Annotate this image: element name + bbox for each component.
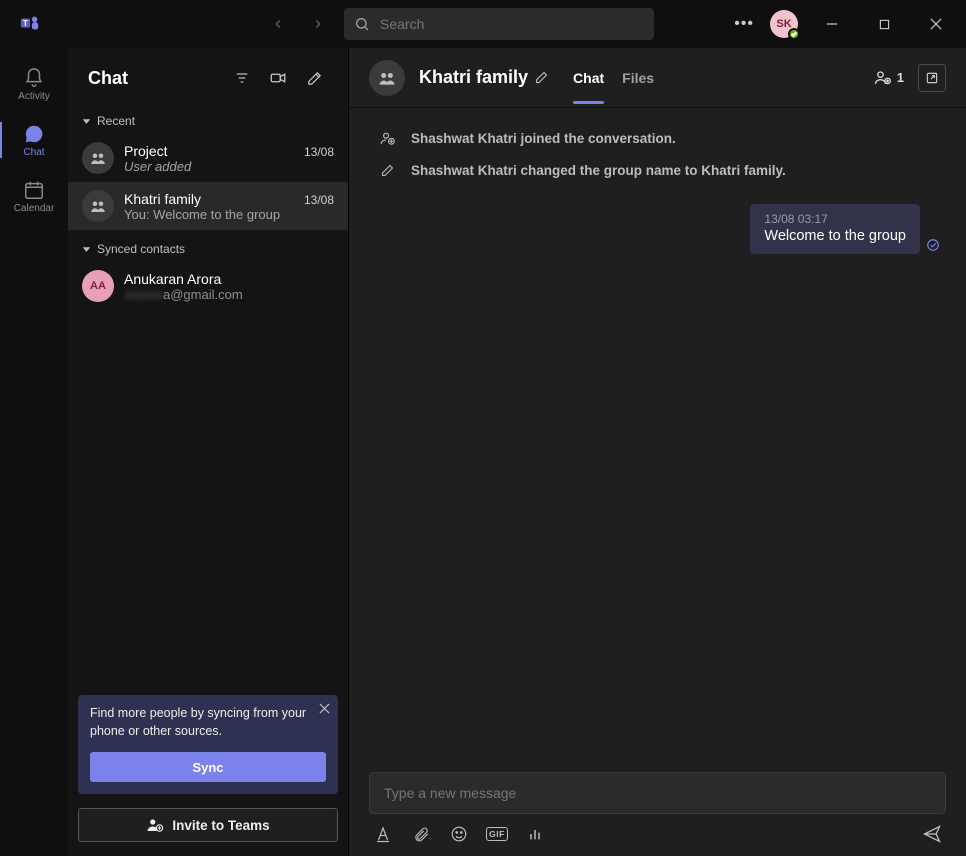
chat-list-title: Chat xyxy=(88,68,220,89)
rail-calendar[interactable]: Calendar xyxy=(0,168,68,224)
system-message: Shashwat Khatri joined the conversation. xyxy=(411,131,676,146)
conversation-date: 13/08 xyxy=(304,145,334,159)
meet-now-button[interactable] xyxy=(264,64,292,92)
sync-card: Find more people by syncing from your ph… xyxy=(78,695,338,794)
message-timestamp: 13/08 03:17 xyxy=(764,212,906,226)
pencil-icon xyxy=(534,70,549,85)
nav-forward-button[interactable] xyxy=(304,10,332,38)
filter-button[interactable] xyxy=(228,64,256,92)
contact-email: xxxxxxa@gmail.com xyxy=(124,287,334,302)
chevron-down-icon xyxy=(82,117,91,126)
conversation-title: Khatri family xyxy=(419,67,528,88)
people-add-icon xyxy=(146,816,164,834)
bell-icon xyxy=(23,67,45,89)
presence-available-icon xyxy=(788,28,800,40)
section-recent[interactable]: Recent xyxy=(68,108,348,134)
sync-close-button[interactable] xyxy=(319,703,330,714)
invite-label: Invite to Teams xyxy=(172,818,269,833)
send-button[interactable] xyxy=(922,824,942,844)
attach-button[interactable] xyxy=(411,824,431,844)
gif-button[interactable]: GIF xyxy=(487,824,507,844)
teams-logo-icon: T xyxy=(16,10,44,38)
poll-button[interactable] xyxy=(525,824,545,844)
conversation-preview: User added xyxy=(124,159,334,174)
conversation-name: Project xyxy=(124,143,168,159)
conversation-item[interactable]: Khatri family 13/08 You: Welcome to the … xyxy=(68,182,348,230)
emoji-button[interactable] xyxy=(449,824,469,844)
conversation-panel: Khatri family Chat Files 1 xyxy=(348,48,966,856)
pencil-icon xyxy=(377,160,397,180)
person-add-icon xyxy=(377,128,397,148)
invite-button[interactable]: Invite to Teams xyxy=(78,808,338,842)
chevron-down-icon xyxy=(82,245,91,254)
tab-files[interactable]: Files xyxy=(622,52,654,104)
more-options-button[interactable]: ••• xyxy=(726,15,762,33)
nav-back-button[interactable] xyxy=(264,10,292,38)
send-icon xyxy=(922,824,942,844)
format-button[interactable] xyxy=(373,824,393,844)
popout-icon xyxy=(925,71,939,85)
rail-label: Calendar xyxy=(14,203,55,214)
conversation-date: 13/08 xyxy=(304,193,334,207)
conversation-name: Khatri family xyxy=(124,191,201,207)
paperclip-icon xyxy=(413,826,430,843)
close-icon xyxy=(319,703,330,714)
rail-chat[interactable]: Chat xyxy=(0,112,68,168)
calendar-icon xyxy=(23,179,45,201)
title-bar: T ••• SK xyxy=(0,0,966,48)
emoji-icon xyxy=(450,825,468,843)
window-close-button[interactable] xyxy=(914,2,958,46)
gif-icon: GIF xyxy=(486,827,508,841)
message-composer: GIF xyxy=(349,758,966,856)
tab-chat[interactable]: Chat xyxy=(573,52,604,104)
section-label: Synced contacts xyxy=(97,242,185,256)
avatar-initials: SK xyxy=(776,18,791,30)
contact-item[interactable]: AA Anukaran Arora xxxxxxa@gmail.com xyxy=(68,262,348,310)
contact-avatar: AA xyxy=(82,270,114,302)
popout-button[interactable] xyxy=(918,64,946,92)
search-bar[interactable] xyxy=(344,8,654,40)
svg-text:T: T xyxy=(23,19,28,28)
participant-count: 1 xyxy=(897,70,904,85)
window-maximize-button[interactable] xyxy=(862,2,906,46)
conversation-preview: You: Welcome to the group xyxy=(124,207,334,222)
compose-input[interactable] xyxy=(384,785,931,801)
avatar-initials: AA xyxy=(90,280,106,292)
new-chat-button[interactable] xyxy=(300,64,328,92)
chat-list-panel: Chat Recent Project 13/08 xyxy=(68,48,348,856)
people-add-icon xyxy=(873,68,893,88)
window-minimize-button[interactable] xyxy=(810,2,854,46)
compose-icon xyxy=(306,70,323,87)
message-list: Shashwat Khatri joined the conversation.… xyxy=(349,108,966,758)
section-label: Recent xyxy=(97,114,135,128)
section-synced[interactable]: Synced contacts xyxy=(68,236,348,262)
group-avatar-icon xyxy=(82,190,114,222)
video-icon xyxy=(269,69,287,87)
sync-text: Find more people by syncing from your ph… xyxy=(90,705,326,740)
system-message: Shashwat Khatri changed the group name t… xyxy=(411,163,786,178)
conversation-item[interactable]: Project 13/08 User added xyxy=(68,134,348,182)
edit-title-button[interactable] xyxy=(534,70,549,85)
search-input[interactable] xyxy=(380,16,644,32)
participants-button[interactable]: 1 xyxy=(873,68,904,88)
poll-icon xyxy=(527,826,543,842)
group-avatar-icon xyxy=(369,60,405,96)
rail-label: Activity xyxy=(18,91,50,102)
message-text: Welcome to the group xyxy=(764,228,906,244)
sync-button[interactable]: Sync xyxy=(90,752,326,782)
filter-icon xyxy=(234,70,250,86)
chat-icon xyxy=(23,123,45,145)
app-rail: Activity Chat Calendar xyxy=(0,48,68,856)
group-avatar-icon xyxy=(82,142,114,174)
my-message-bubble[interactable]: 13/08 03:17 Welcome to the group xyxy=(750,204,920,254)
compose-input-wrapper[interactable] xyxy=(369,772,946,814)
rail-activity[interactable]: Activity xyxy=(0,56,68,112)
rail-label: Chat xyxy=(23,147,44,158)
format-icon xyxy=(374,825,392,843)
search-icon xyxy=(354,16,370,32)
contact-name: Anukaran Arora xyxy=(124,271,334,287)
read-receipt-icon xyxy=(926,238,940,252)
user-avatar[interactable]: SK xyxy=(770,10,798,38)
